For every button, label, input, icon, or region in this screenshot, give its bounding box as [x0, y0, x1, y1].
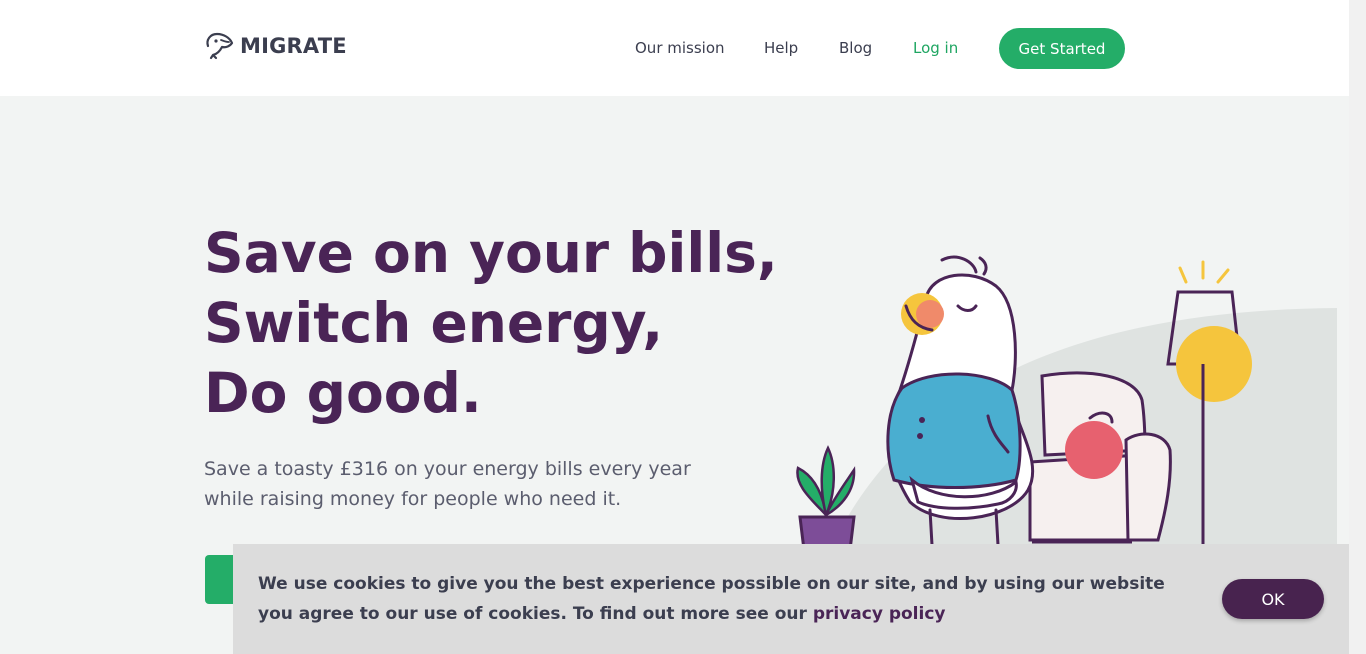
hero-illustration: [760, 240, 1340, 552]
nav-blog[interactable]: Blog: [839, 39, 872, 57]
bird-character-illustration: [886, 255, 1035, 547]
cookie-ok-button[interactable]: OK: [1222, 579, 1324, 619]
page-scrollbar[interactable]: [1349, 0, 1366, 654]
cookie-message: We use cookies to give you the best expe…: [258, 569, 1188, 629]
top-navbar: MIGRATE Our mission Help Blog Log in Get…: [0, 0, 1349, 96]
hero-title-line-3: Do good.: [204, 361, 482, 425]
nav-log-in[interactable]: Log in: [913, 39, 958, 57]
logo-link[interactable]: MIGRATE: [204, 32, 347, 60]
nav-help[interactable]: Help: [764, 39, 798, 57]
logo-text: MIGRATE: [240, 34, 347, 58]
nav-our-mission[interactable]: Our mission: [635, 39, 725, 57]
hero-subtitle-line-2: while raising money for people who need …: [204, 488, 622, 510]
hero-subtitle: Save a toasty £316 on your energy bills …: [204, 454, 724, 514]
hero-title-line-1: Save on your bills,: [204, 221, 778, 285]
hero-title-line-2: Switch energy,: [204, 291, 664, 355]
hero-title: Save on your bills, Switch energy, Do go…: [204, 218, 778, 428]
get-started-button[interactable]: Get Started: [999, 28, 1125, 69]
cookie-banner: We use cookies to give you the best expe…: [233, 544, 1349, 654]
potted-plant-icon: [796, 445, 856, 552]
bird-logo-icon: [204, 32, 234, 60]
privacy-policy-link[interactable]: privacy policy: [813, 604, 946, 624]
cookie-message-text: We use cookies to give you the best expe…: [258, 574, 1165, 624]
hero-subtitle-line-1: Save a toasty £316 on your energy bills …: [204, 458, 691, 480]
